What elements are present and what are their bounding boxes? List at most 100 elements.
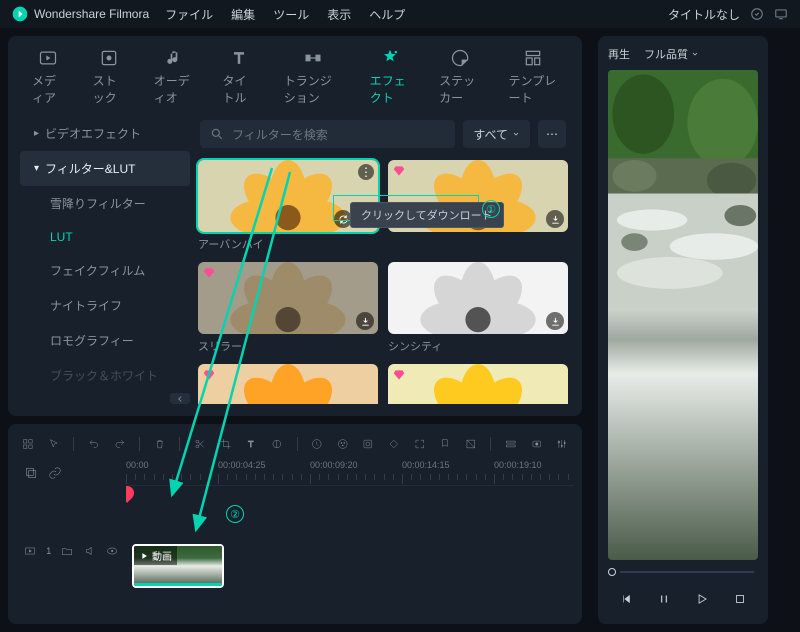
sidebar-sub-snowfall[interactable]: 雪降りフィルター <box>20 186 190 221</box>
redo-icon[interactable] <box>114 436 126 452</box>
grid-icon[interactable] <box>22 436 34 452</box>
card-label: シンシティ <box>388 338 568 354</box>
tab-title[interactable]: タイトル <box>223 48 256 106</box>
card-label: アーバンハイ <box>198 236 378 252</box>
keyframe-icon[interactable] <box>388 436 400 452</box>
eye-icon[interactable] <box>106 544 118 558</box>
stop-button[interactable] <box>729 588 751 610</box>
preview-scrubber[interactable] <box>608 560 758 584</box>
scissors-icon[interactable] <box>194 436 206 452</box>
color-icon[interactable] <box>337 436 349 452</box>
text-icon[interactable] <box>245 436 257 452</box>
transition-icon <box>303 48 323 68</box>
download-icon[interactable] <box>546 210 564 228</box>
audio-icon <box>164 48 184 68</box>
filter-dropdown[interactable]: すべて <box>463 120 530 148</box>
tab-media[interactable]: メディア <box>32 48 65 106</box>
search-input[interactable]: フィルターを検索 <box>200 120 455 148</box>
sidebar-sub-lomography[interactable]: ロモグラフィー <box>20 323 190 358</box>
tab-transition[interactable]: トランジション <box>284 48 342 106</box>
preview-panel: 再生 フル品質 <box>598 36 768 624</box>
download-icon[interactable] <box>356 312 374 330</box>
chevron-left-icon <box>175 394 185 404</box>
track-icon[interactable] <box>505 436 517 452</box>
card-menu-icon[interactable]: ⋮ <box>358 164 374 180</box>
undo-icon[interactable] <box>88 436 100 452</box>
effect-card[interactable]: ハッピーデイズ向 <box>388 364 568 404</box>
cloud-sync-icon[interactable] <box>750 7 764 21</box>
mute-icon[interactable] <box>84 544 96 558</box>
diamond-icon <box>392 164 406 178</box>
play-button[interactable] <box>691 588 713 610</box>
stock-icon <box>99 48 119 68</box>
link-icon[interactable] <box>48 466 62 480</box>
diamond-icon <box>392 368 406 382</box>
menu-help[interactable]: ヘルプ <box>369 6 405 23</box>
adjust-icon[interactable] <box>271 436 283 452</box>
diamond-icon <box>202 266 216 280</box>
folder-icon[interactable] <box>61 544 73 558</box>
sidebar-sub-nightlife[interactable]: ナイトライフ <box>20 288 190 323</box>
effect-card[interactable]: スリラー <box>198 262 378 354</box>
sticker-icon <box>450 48 470 68</box>
filmora-logo-icon <box>12 6 28 22</box>
delete-icon[interactable] <box>154 436 166 452</box>
cursor-icon[interactable] <box>48 436 60 452</box>
diamond-icon <box>202 368 216 382</box>
record-icon[interactable] <box>531 436 543 452</box>
tab-stock[interactable]: ストック <box>93 48 126 106</box>
copy-icon[interactable] <box>24 466 38 480</box>
greenscreen-icon[interactable] <box>362 436 374 452</box>
sidebar-sub-fakefilm[interactable]: フェイクフィルム <box>20 253 190 288</box>
chevron-down-icon <box>512 130 520 138</box>
app-logo: Wondershare Filmora <box>12 6 149 22</box>
timeline-clip[interactable]: 動画 <box>132 544 224 588</box>
sidebar-collapse-button[interactable] <box>170 393 190 404</box>
title-icon <box>229 48 249 68</box>
chevron-down-icon <box>691 50 699 58</box>
download-tooltip: クリックしてダウンロード <box>350 202 504 228</box>
app-name: Wondershare Filmora <box>34 7 149 21</box>
play-pause-button[interactable] <box>653 588 675 610</box>
quality-dropdown[interactable]: フル品質 <box>644 46 699 62</box>
mixer-icon[interactable] <box>556 436 568 452</box>
timeline-toolbar <box>16 432 574 460</box>
annotation-label-2: ② <box>226 505 244 523</box>
speed-icon[interactable] <box>311 436 323 452</box>
sidebar-sub-lut[interactable]: LUT <box>20 221 190 253</box>
prev-frame-button[interactable] <box>615 588 637 610</box>
menu-view[interactable]: 表示 <box>327 6 351 23</box>
timeline-ruler[interactable]: 00:0000:00:04:2500:00:09:2000:00:14:1500… <box>126 460 574 486</box>
media-icon <box>38 48 58 68</box>
effect-card[interactable] <box>198 364 378 404</box>
crop-icon[interactable] <box>220 436 232 452</box>
tab-sticker[interactable]: ステッカー <box>439 48 480 106</box>
timeline: 1 00:0000:00:04:2500:00:09:2000:00:14:15… <box>8 424 582 624</box>
more-options-button[interactable]: ⋯ <box>538 120 566 148</box>
sidebar-video-effects[interactable]: ビデオエフェクト <box>20 116 190 151</box>
marker-icon[interactable] <box>439 436 451 452</box>
playhead[interactable] <box>126 460 128 616</box>
video-track-icon <box>24 544 36 558</box>
menu-file[interactable]: ファイル <box>165 6 213 23</box>
menu-edit[interactable]: 編集 <box>231 6 255 23</box>
menu-tools[interactable]: ツール <box>273 6 309 23</box>
search-icon <box>210 127 224 141</box>
effect-icon <box>380 48 400 68</box>
mask-icon[interactable] <box>465 436 477 452</box>
effect-card[interactable]: シンシティ <box>388 262 568 354</box>
tab-template[interactable]: テンプレート <box>509 48 558 106</box>
tab-effect[interactable]: エフェクト <box>370 48 411 106</box>
sidebar-filters-lut[interactable]: フィルター&LUT <box>20 151 190 186</box>
preview-viewport[interactable] <box>608 70 758 560</box>
monitor-icon[interactable] <box>774 7 788 21</box>
expand-icon[interactable] <box>414 436 426 452</box>
sidebar-sub-bw[interactable]: ブラック＆ホワイト <box>20 358 190 393</box>
search-placeholder: フィルターを検索 <box>232 126 328 143</box>
project-title: タイトルなし <box>668 6 740 23</box>
tab-audio[interactable]: オーディオ <box>154 48 195 106</box>
menu-bar: ファイル 編集 ツール 表示 ヘルプ <box>165 6 405 23</box>
download-icon[interactable] <box>546 312 564 330</box>
card-label: スリラー <box>198 338 378 354</box>
effect-grid: ⋮ アーバンハイ <box>196 158 570 404</box>
